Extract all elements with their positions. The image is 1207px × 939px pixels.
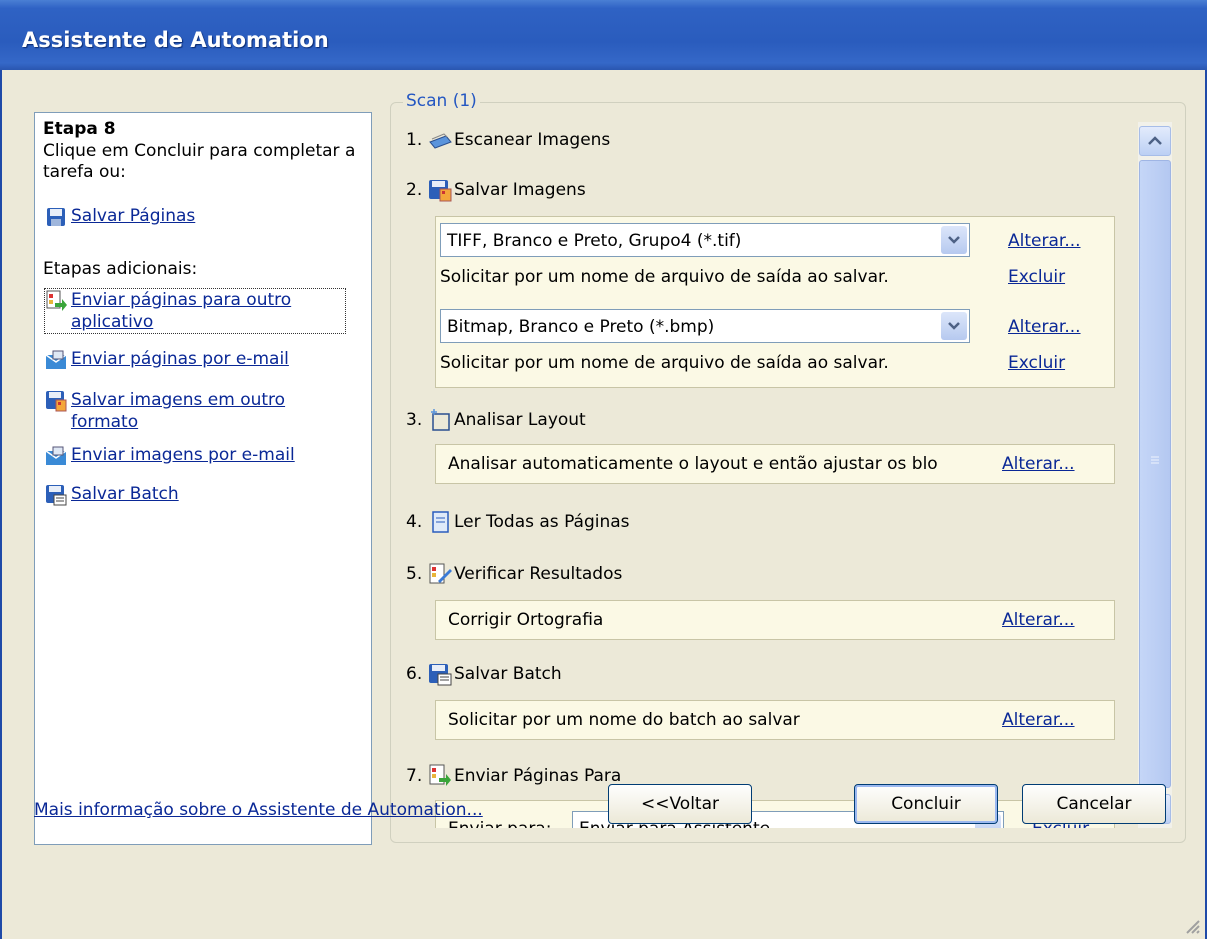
prompt-text: Solicitar por um nome de arquivo de saíd… xyxy=(440,267,889,287)
step-verify-results[interactable]: 5. Verificar Resultados xyxy=(406,560,622,588)
change-link[interactable]: Alterar... xyxy=(1008,317,1081,337)
save-images-panel: TIFF, Branco e Preto, Grupo4 (*.tif) Alt… xyxy=(435,216,1115,388)
save-batch-link[interactable]: Salvar Batch xyxy=(45,483,179,506)
send-images-email-label: Enviar imagens por e-mail xyxy=(71,445,295,465)
change-link[interactable]: Alterar... xyxy=(1008,231,1081,251)
scanner-icon xyxy=(429,133,452,149)
prompt-text: Solicitar por um nome de arquivo de saíd… xyxy=(440,353,889,373)
save-pages-link[interactable]: Salvar Páginas xyxy=(45,205,195,228)
step-label: Ler Todas as Páginas xyxy=(454,512,630,532)
step-label: Enviar Páginas Para xyxy=(454,766,622,786)
verify-results-panel: Corrigir Ortografia Alterar... xyxy=(435,600,1115,640)
chevron-down-icon[interactable] xyxy=(941,312,967,340)
step-number: 3. xyxy=(406,410,423,430)
save-images-other-format-label: Salvar imagens em outro formato xyxy=(71,390,286,432)
step-scan[interactable]: 1. Escanear Imagens xyxy=(406,126,610,154)
more-info-link[interactable]: Mais informação sobre o Assistente de Au… xyxy=(34,800,483,820)
vertical-scrollbar[interactable] xyxy=(1138,122,1172,828)
format-select-value: Bitmap, Branco e Preto (*.bmp) xyxy=(447,317,715,337)
change-link[interactable]: Alterar... xyxy=(1002,710,1075,730)
step-number: 7. xyxy=(406,766,423,786)
verify-description: Corrigir Ortografia xyxy=(448,610,604,630)
send-pages-email-link[interactable]: Enviar páginas por e-mail xyxy=(45,348,289,371)
layout-icon xyxy=(431,409,450,431)
step-number: 5. xyxy=(406,564,423,584)
verify-icon xyxy=(429,563,452,584)
save-batch-panel: Solicitar por um nome do batch ao salvar… xyxy=(435,700,1115,740)
step-label: Salvar Imagens xyxy=(454,180,586,200)
save-batch-icon xyxy=(429,664,452,686)
save-batch-icon xyxy=(46,485,67,506)
step-label: Escanear Imagens xyxy=(454,130,611,150)
step-save-images[interactable]: 2. Salvar Imagens xyxy=(406,176,586,204)
grip-icon xyxy=(1151,456,1159,464)
window-title: Assistente de Automation xyxy=(22,28,329,52)
save-batch-label: Salvar Batch xyxy=(71,484,179,504)
finish-button[interactable]: Concluir xyxy=(854,784,998,824)
step-number: 6. xyxy=(406,664,423,684)
step-label: Analisar Layout xyxy=(454,410,586,430)
email-icon xyxy=(45,350,67,369)
send-pages-panel: Enviar para: Enviar para Assistente Excl… xyxy=(435,800,1115,828)
step-label: Verificar Resultados xyxy=(454,564,623,584)
title-bar: Assistente de Automation xyxy=(0,0,1207,70)
resize-grip-icon[interactable] xyxy=(1181,915,1201,935)
scan-group-legend: Scan (1) xyxy=(403,91,480,111)
email-icon xyxy=(45,446,67,465)
change-link[interactable]: Alterar... xyxy=(1002,610,1075,630)
save-images-icon xyxy=(46,391,67,412)
back-button[interactable]: <<Voltar xyxy=(608,784,752,824)
batch-description: Solicitar por um nome do batch ao salvar xyxy=(448,710,800,730)
step-number: 1. xyxy=(406,130,423,150)
delete-link[interactable]: Excluir xyxy=(1008,353,1065,373)
scroll-thumb[interactable] xyxy=(1139,160,1171,788)
step-number: 2. xyxy=(406,180,423,200)
send-pages-icon xyxy=(429,764,451,786)
format-select-2[interactable]: Bitmap, Branco e Preto (*.bmp) xyxy=(440,309,970,343)
delete-link[interactable]: Excluir xyxy=(1008,267,1065,287)
step-save-batch[interactable]: 6. Salvar Batch xyxy=(406,660,562,688)
scroll-up-button[interactable] xyxy=(1139,126,1171,156)
save-images-other-format-link[interactable]: Salvar imagens em outro formato xyxy=(45,389,311,433)
floppy-icon xyxy=(47,208,65,226)
format-select-1[interactable]: TIFF, Branco e Preto, Grupo4 (*.tif) xyxy=(440,223,970,257)
chevron-down-icon[interactable] xyxy=(941,226,967,254)
cancel-button[interactable]: Cancelar xyxy=(1022,784,1166,824)
analyze-layout-panel: Analisar automaticamente o layout e entã… xyxy=(435,444,1115,484)
send-images-email-link[interactable]: Enviar imagens por e-mail xyxy=(45,444,295,467)
chevron-up-icon xyxy=(1148,136,1162,145)
send-pages-email-label: Enviar páginas por e-mail xyxy=(71,349,289,369)
format-select-value: TIFF, Branco e Preto, Grupo4 (*.tif) xyxy=(447,231,742,251)
step-number: 4. xyxy=(406,512,423,532)
send-pages-other-app-link[interactable]: Enviar páginas para outro aplicativo xyxy=(44,288,346,334)
steps-list: 1. Escanear Imagens 2. Salvar Imagens TI… xyxy=(392,118,1138,828)
step-read-pages[interactable]: 4. Ler Todas as Páginas xyxy=(406,508,630,536)
step-send-pages[interactable]: 7. Enviar Páginas Para xyxy=(406,762,621,790)
send-to-label: Enviar para: xyxy=(448,819,551,828)
step-description: Clique em Concluir para completar a tare… xyxy=(43,141,356,182)
additional-steps-label: Etapas adicionais: xyxy=(43,259,198,279)
save-pages-label: Salvar Páginas xyxy=(71,206,196,226)
send-pages-other-app-label: Enviar páginas para outro aplicativo xyxy=(71,290,292,332)
task-pane: Etapa 8 Clique em Concluir para completa… xyxy=(34,112,372,845)
change-link[interactable]: Alterar... xyxy=(1002,454,1075,474)
save-images-icon xyxy=(429,180,452,202)
step-title: Etapa 8 xyxy=(43,119,116,139)
layout-description: Analisar automaticamente o layout e entã… xyxy=(448,454,938,474)
page-icon xyxy=(432,511,449,533)
step-analyze-layout[interactable]: 3. Analisar Layout xyxy=(406,406,586,434)
step-label: Salvar Batch xyxy=(454,664,562,684)
send-pages-icon xyxy=(46,290,67,311)
